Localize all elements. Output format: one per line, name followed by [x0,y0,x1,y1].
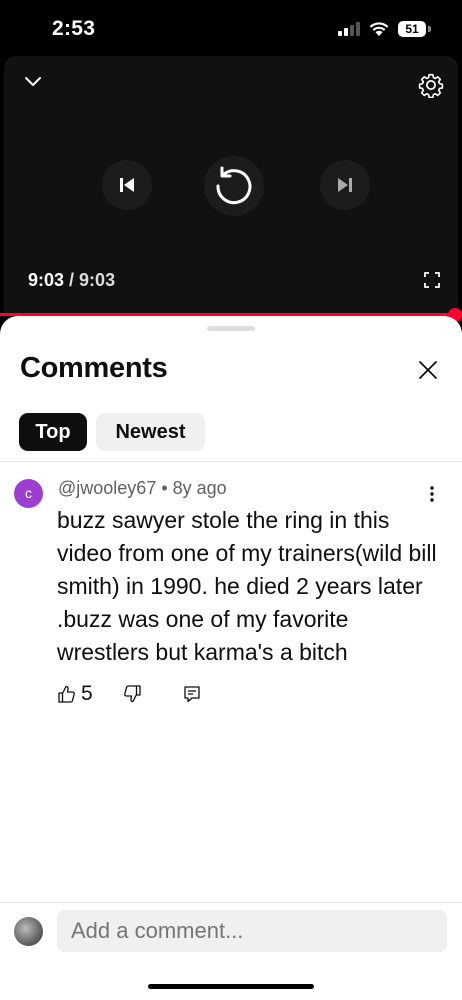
avatar[interactable]: c [14,479,43,508]
user-avatar [14,917,43,946]
status-bar: 2:53 51 [0,0,462,56]
comment-meta: @jwooley67 • 8y ago [58,478,227,499]
filter-chip-newest[interactable]: Newest [96,413,205,451]
more-vert-icon[interactable] [428,484,436,504]
comment-author[interactable]: @jwooley67 [58,478,156,498]
next-button[interactable] [320,160,370,210]
drag-handle[interactable] [207,326,255,331]
like-count: 5 [81,682,93,705]
cellular-signal-icon [338,22,360,36]
comment-age: 8y ago [172,478,227,498]
replay-icon [216,166,252,205]
thumbs-up-icon[interactable] [57,684,77,704]
status-time: 2:53 [52,17,96,40]
video-time: 9:03 / 9:03 [28,270,115,291]
divider [0,902,462,903]
meta-separator: • [156,478,173,498]
replay-button[interactable] [204,156,264,216]
battery-icon: 51 [398,21,426,37]
wifi-icon [369,22,389,36]
skip-previous-icon [120,178,134,192]
duration: 9:03 [79,270,116,290]
current-time: 9:03 [28,270,65,290]
reply-icon[interactable] [183,685,201,703]
time-separator: / [64,270,80,290]
comment-text: buzz sawyer stole the ring in this video… [57,507,437,665]
fullscreen-icon[interactable] [424,272,440,288]
gear-icon[interactable] [418,72,444,98]
add-comment-input[interactable] [57,910,447,952]
thumbs-down-icon[interactable] [122,684,142,704]
comments-title: Comments [20,352,168,384]
close-icon[interactable] [416,358,440,382]
battery-tip [428,26,431,32]
home-indicator [148,984,314,989]
battery-level: 51 [405,22,419,36]
video-player[interactable]: 9:03 / 9:03 [0,56,462,316]
divider [0,461,462,462]
skip-next-icon [338,178,352,192]
video-surface[interactable]: 9:03 / 9:03 [4,56,458,314]
comments-sheet: Comments Top Newest c @jwooley67 • 8y ag… [0,316,462,1000]
chevron-down-icon[interactable] [24,76,42,88]
filter-chip-top[interactable]: Top [19,413,87,451]
previous-button[interactable] [102,160,152,210]
